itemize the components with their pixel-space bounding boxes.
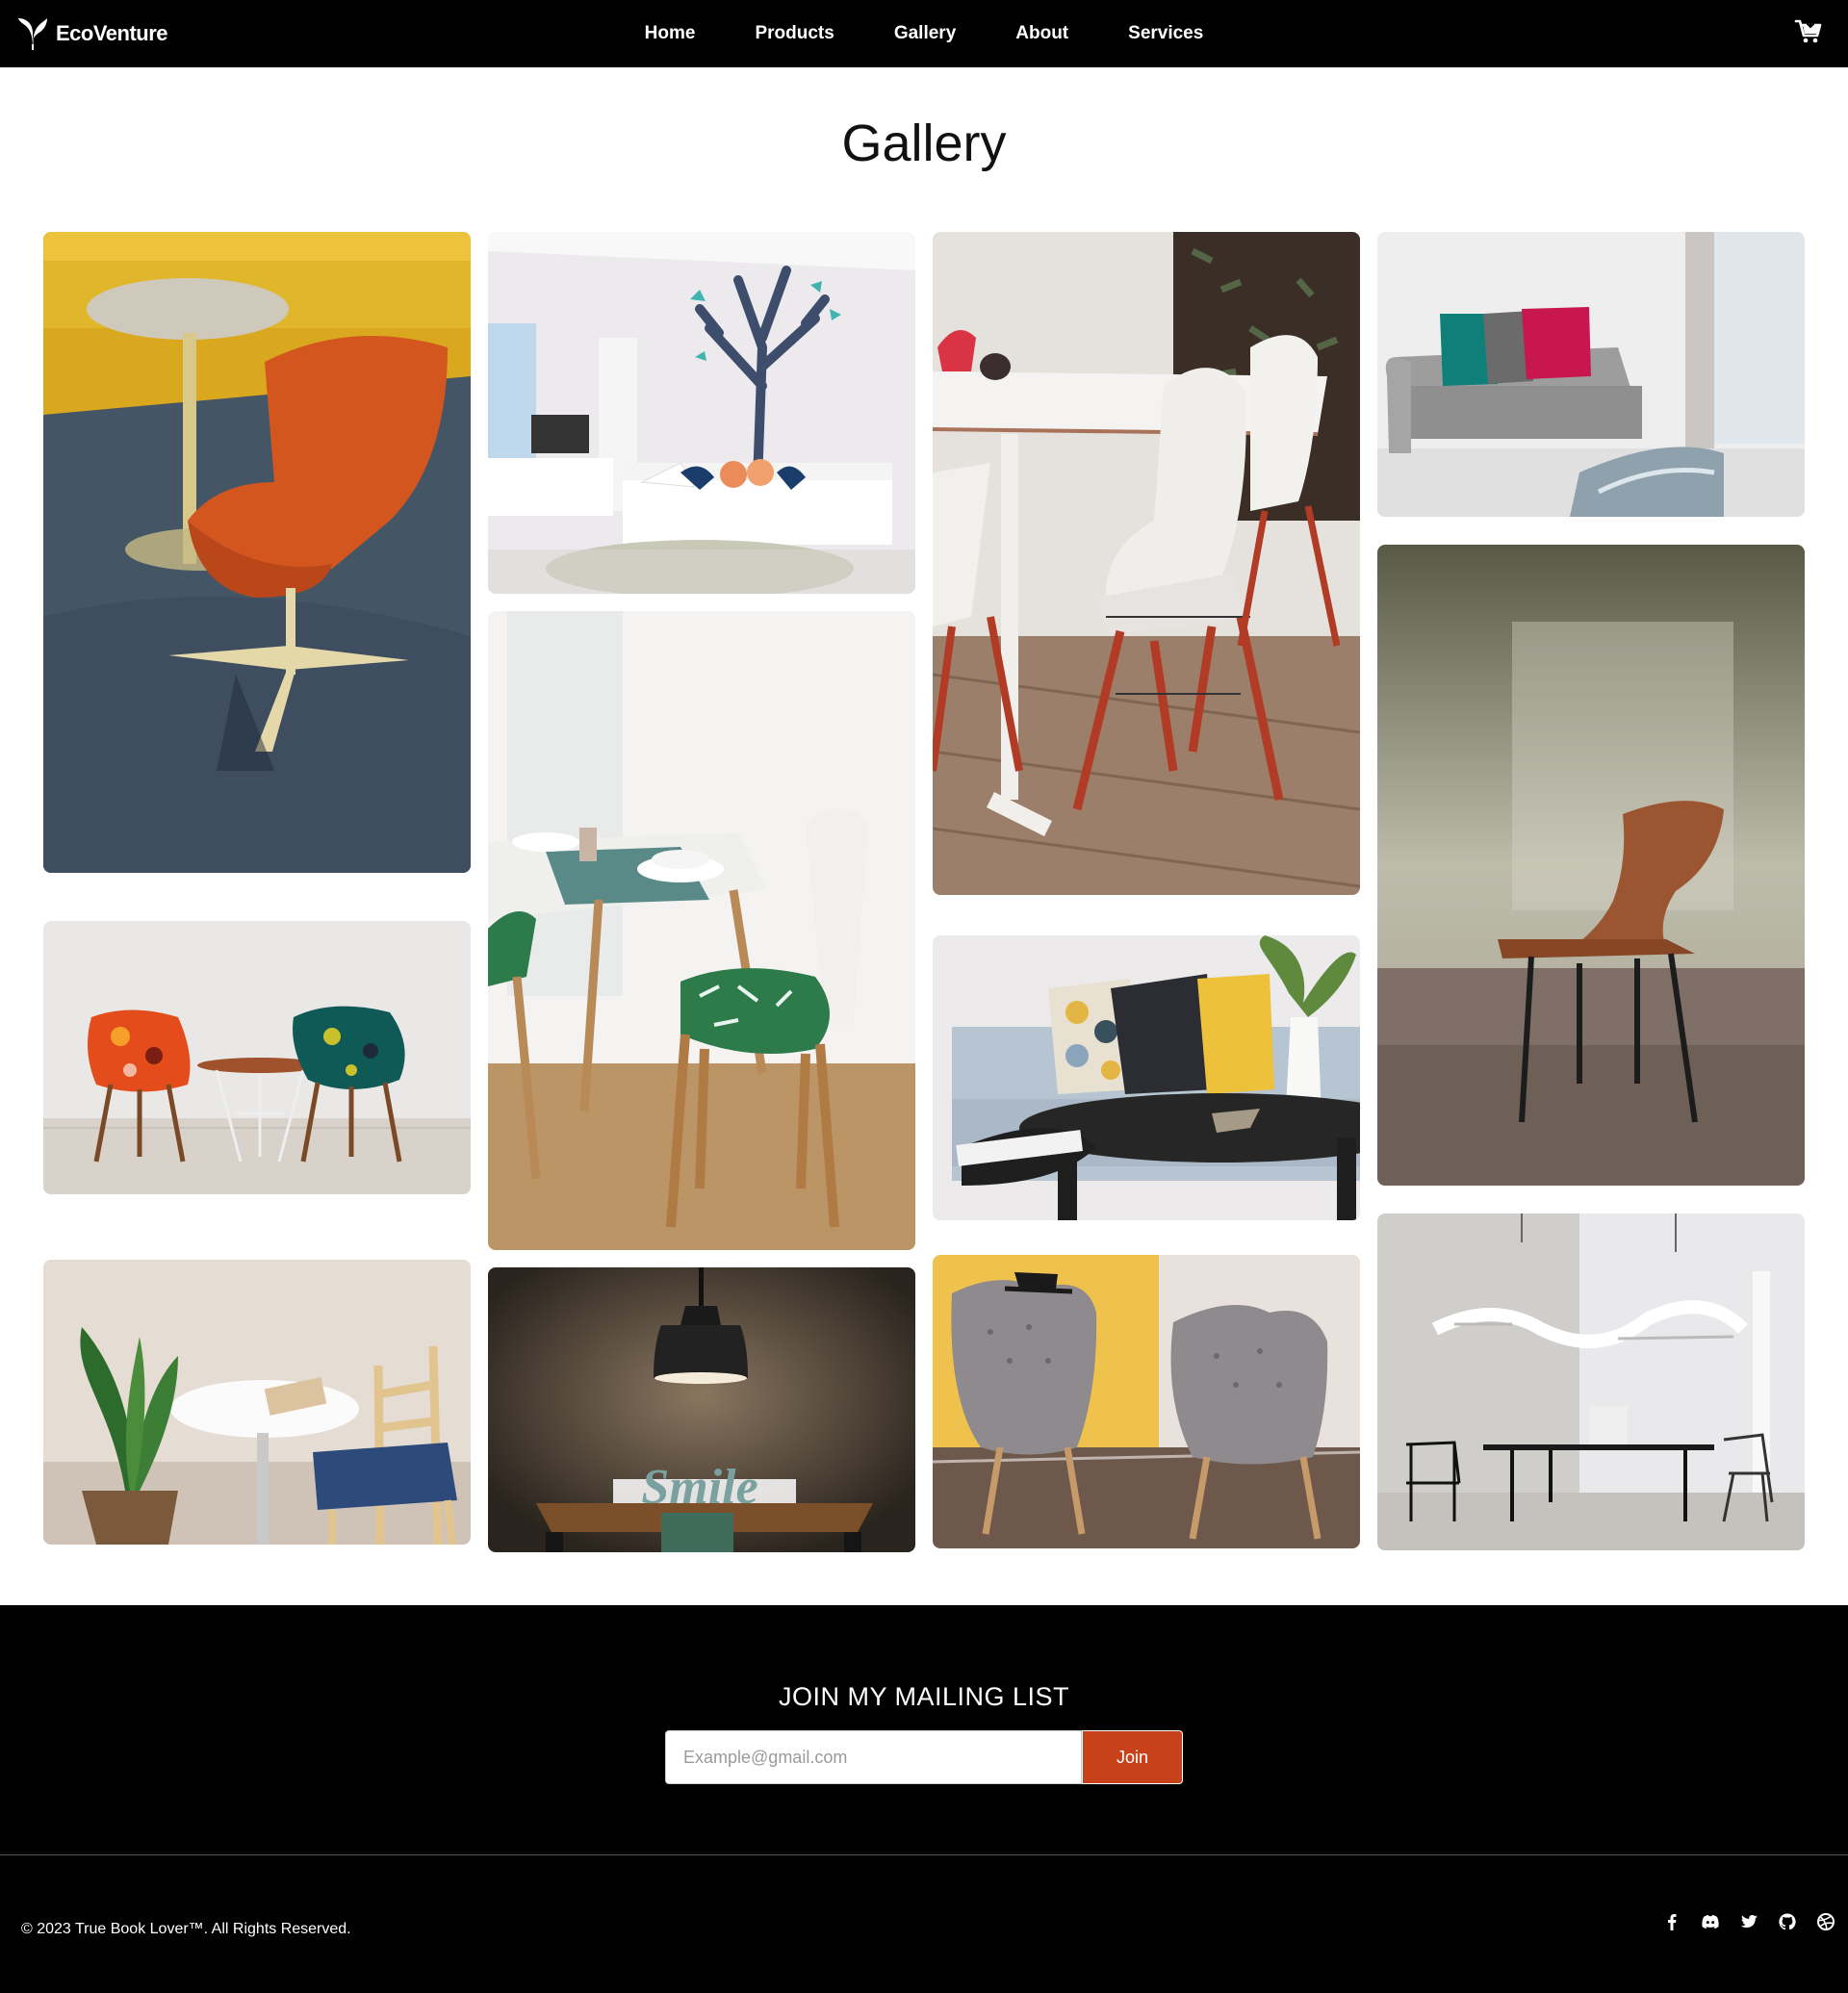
gallery-image-grey-armchairs[interactable] <box>933 1255 1360 1548</box>
page-title: Gallery <box>841 115 1007 172</box>
gallery-image-blue-sofa[interactable] <box>933 935 1360 1220</box>
nav-products[interactable]: Products <box>725 0 863 67</box>
twitter-icon[interactable] <box>1738 1911 1759 1932</box>
shopping-cart-icon[interactable] <box>1794 17 1823 46</box>
nav-about[interactable]: About <box>986 0 1098 67</box>
discord-icon[interactable] <box>1700 1911 1721 1932</box>
nav-home[interactable]: Home <box>615 0 726 67</box>
mailing-list-title: JOIN MY MAILING LIST <box>778 1682 1070 1711</box>
minimal-table-pendant-lights-icon <box>1377 1214 1805 1550</box>
gallery-image-patterned-chairs[interactable] <box>43 921 471 1194</box>
nav-services[interactable]: Services <box>1098 0 1233 67</box>
join-button[interactable]: Join <box>1082 1730 1183 1784</box>
gallery-image-white-chairs[interactable] <box>933 232 1360 895</box>
gallery-image-smile-table[interactable]: Smile <box>488 1267 915 1552</box>
kids-room-tree-wall-icon <box>488 232 915 594</box>
dribbble-icon[interactable] <box>1815 1911 1836 1932</box>
social-links <box>1661 1911 1836 1932</box>
footer: JOIN MY MAILING LIST Join © 2023 True Bo… <box>0 1605 1848 1993</box>
mailing-list-form: Join <box>665 1730 1183 1784</box>
smile-table-lamp-icon: Smile <box>488 1267 915 1552</box>
blue-sofa-pillows-icon <box>933 935 1360 1220</box>
wooden-bentwood-chair-icon <box>1377 545 1805 1186</box>
main-nav: Home Products Gallery About Services <box>0 0 1848 67</box>
gallery-image-orange-chair[interactable] <box>43 232 471 873</box>
gallery-image-round-table[interactable] <box>43 1260 471 1545</box>
dining-table-plant-cushion-icon <box>488 611 915 1250</box>
white-dining-chairs-icon <box>933 232 1360 895</box>
copyright-text: © 2023 True Book Lover™. All Rights Rese… <box>21 1921 351 1937</box>
round-table-chair-plant-icon <box>43 1260 471 1545</box>
gallery-image-grey-sofa[interactable] <box>1377 232 1805 517</box>
github-icon[interactable] <box>1777 1911 1798 1932</box>
gallery-image-minimal-table[interactable] <box>1377 1214 1805 1550</box>
top-navbar: EcoVenture Home Products Gallery About S… <box>0 0 1848 67</box>
gallery-image-bentwood-chair[interactable] <box>1377 545 1805 1186</box>
orange-chair-yellow-sofa-icon <box>43 232 471 873</box>
facebook-icon[interactable] <box>1661 1911 1682 1932</box>
footer-divider <box>0 1854 1848 1855</box>
gallery-image-dining-table[interactable] <box>488 611 915 1250</box>
gallery-image-kids-room[interactable] <box>488 232 915 594</box>
nav-gallery[interactable]: Gallery <box>864 0 986 67</box>
patterned-armchairs-icon <box>43 921 471 1194</box>
grey-sofa-pillows-icon <box>1377 232 1805 517</box>
grey-armchairs-yellow-wall-icon <box>933 1255 1360 1548</box>
email-input[interactable] <box>665 1730 1082 1784</box>
